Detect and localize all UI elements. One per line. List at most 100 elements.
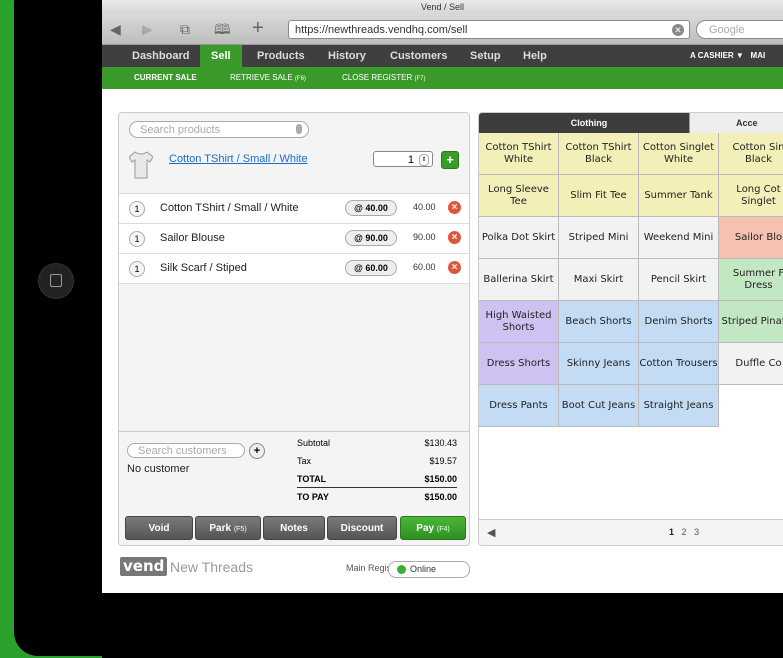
new-tab-plus-icon[interactable]: + [252, 18, 264, 38]
page-3[interactable]: 3 [694, 527, 699, 537]
clear-url-icon[interactable]: ✕ [672, 24, 684, 36]
nav-help[interactable]: Help [523, 45, 547, 67]
pay-key: (F4) [436, 526, 450, 533]
nav-sell[interactable]: Sell [200, 45, 242, 67]
quick-key-tile[interactable]: Long Sleeve Tee [479, 175, 559, 217]
line-quantity[interactable]: 1 [129, 231, 145, 247]
remove-line-icon[interactable]: × [448, 201, 461, 214]
sale-line[interactable]: 1 Silk Scarf / Stiped @ 60.00 60.00 × [119, 253, 469, 284]
void-button[interactable]: Void [125, 516, 193, 540]
line-quantity[interactable]: 1 [129, 261, 145, 277]
quick-key-tile[interactable]: Pencil Skirt [639, 259, 719, 301]
tab-clothing[interactable]: Clothing [489, 113, 689, 133]
quick-key-tile[interactable]: Ballerina Skirt [479, 259, 559, 301]
line-price[interactable]: @ 90.00 [345, 230, 397, 246]
online-status-badge[interactable]: Online [388, 561, 470, 578]
remove-line-icon[interactable]: × [448, 231, 461, 244]
quantity-stepper[interactable]: ⇕ [419, 154, 429, 166]
back-arrow-icon[interactable]: ◀ [110, 20, 121, 38]
page-1[interactable]: 1 [669, 527, 674, 537]
quick-key-tile[interactable]: Summer Tank [639, 175, 719, 217]
current-product-link[interactable]: Cotton TShirt / Small / White [169, 153, 308, 165]
pay-button[interactable]: Pay (F4) [400, 516, 466, 540]
nav-customers[interactable]: Customers [390, 45, 447, 67]
discount-button[interactable]: Discount [327, 516, 397, 540]
quick-key-tile[interactable]: Boot Cut Jeans [559, 385, 639, 427]
cashier-label: A CASHIER ▼ [690, 51, 744, 60]
notes-button[interactable]: Notes [263, 516, 325, 540]
quick-key-tile[interactable]: Cotton Sin Black [719, 133, 783, 175]
quick-key-tile[interactable]: Sailor Blo [719, 217, 783, 259]
subtotal-label: Subtotal [297, 438, 331, 448]
sale-line[interactable]: 1 Sailor Blouse @ 90.00 90.00 × [119, 223, 469, 253]
page-numbers: 1 2 3 [669, 527, 699, 537]
microphone-icon[interactable] [296, 124, 302, 134]
quick-key-tile[interactable]: Maxi Skirt [559, 259, 639, 301]
tax-value: $19.57 [429, 456, 457, 466]
quick-key-tile[interactable]: Cotton Singlet White [639, 133, 719, 175]
quick-key-tile[interactable]: Denim Shorts [639, 301, 719, 343]
line-name: Cotton TShirt / Small / White [160, 202, 299, 214]
nav-history[interactable]: History [328, 45, 366, 67]
line-price[interactable]: @ 40.00 [345, 200, 397, 216]
quick-key-tile[interactable]: Weekend Mini [639, 217, 719, 259]
subnav-current-sale[interactable]: CURRENT SALE [134, 67, 197, 89]
quick-key-tile[interactable]: Striped Mini [559, 217, 639, 259]
quick-key-tile[interactable]: Dress Pants [479, 385, 559, 427]
nav-dashboard[interactable]: Dashboard [132, 45, 189, 67]
add-customer-button[interactable]: + [249, 443, 265, 459]
quick-key-tile[interactable]: Skinny Jeans [559, 343, 639, 385]
home-square-icon [50, 274, 62, 287]
remove-line-icon[interactable]: × [448, 261, 461, 274]
quick-key-tile[interactable]: Duffle Co [719, 343, 783, 385]
action-bar: Void Park (F5) Notes Discount Pay (F4) [119, 513, 469, 545]
nav-setup[interactable]: Setup [470, 45, 501, 67]
total-row: TOTAL $150.00 [297, 471, 457, 488]
url-field[interactable]: https://newthreads.vendhq.com/sell ✕ [288, 20, 690, 39]
close-register-key: (F7) [414, 76, 426, 82]
nav-products[interactable]: Products [257, 45, 305, 67]
quick-key-tile[interactable]: Striped Pinafor [719, 301, 783, 343]
sale-panel: Search products Cotton TShirt / Small / … [118, 112, 470, 546]
quick-key-tile[interactable]: Polka Dot Skirt [479, 217, 559, 259]
online-status-text: Online [410, 564, 437, 574]
forward-arrow-icon[interactable]: ▶ [142, 20, 153, 38]
quick-key-tile[interactable]: Slim Fit Tee [559, 175, 639, 217]
line-total: 90.00 [413, 232, 436, 242]
page-2[interactable]: 2 [682, 527, 687, 537]
quick-key-tile[interactable]: High Waisted Shorts [479, 301, 559, 343]
total-label: TOTAL [297, 474, 327, 484]
quick-key-tile[interactable]: Dress Shorts [479, 343, 559, 385]
park-button[interactable]: Park (F5) [195, 516, 261, 540]
quick-key-tile[interactable]: Long Cot Singlet [719, 175, 783, 217]
cashier-menu[interactable]: A CASHIER ▼ MAI [690, 45, 765, 67]
device-bottom-bezel [102, 593, 783, 658]
tabs-icon[interactable]: ⧉ [180, 20, 190, 38]
customer-and-totals: Search customers + No customer Subtotal $… [119, 431, 469, 510]
product-search-input[interactable]: Search products [129, 121, 309, 138]
quick-key-tile[interactable]: Summer F Dress [719, 259, 783, 301]
subnav-retrieve-sale[interactable]: RETRIEVE SALE (F6) [230, 67, 306, 90]
line-price[interactable]: @ 60.00 [345, 260, 397, 276]
quick-key-tile[interactable]: Cotton TShirt White [479, 133, 559, 175]
sale-line[interactable]: 1 Cotton TShirt / Small / White @ 40.00 … [119, 193, 469, 223]
subtotal-value: $130.43 [424, 438, 457, 448]
line-total: 40.00 [413, 202, 436, 212]
quick-key-tile[interactable]: Beach Shorts [559, 301, 639, 343]
topay-value: $150.00 [424, 492, 457, 502]
quick-key-tile[interactable]: Cotton Trousers [639, 343, 719, 385]
total-value: $150.00 [424, 474, 457, 484]
add-product-button[interactable]: + [441, 151, 459, 169]
quick-key-tile[interactable]: Straight Jeans [639, 385, 719, 427]
prev-page-icon[interactable]: ◀ [487, 526, 495, 539]
subnav-close-register[interactable]: CLOSE REGISTER (F7) [342, 67, 425, 90]
home-button[interactable] [38, 263, 74, 299]
quick-key-tile[interactable]: Cotton TShirt Black [559, 133, 639, 175]
line-quantity[interactable]: 1 [129, 201, 145, 217]
web-search-field[interactable]: Google [696, 20, 783, 39]
bookmarks-icon[interactable]: 🕮 [214, 20, 231, 38]
quantity-input[interactable]: 1 ⇕ [373, 151, 433, 167]
tab-accessories[interactable]: Acce [689, 113, 783, 133]
customer-search-input[interactable]: Search customers [127, 443, 245, 458]
tab-spacer [479, 113, 489, 133]
